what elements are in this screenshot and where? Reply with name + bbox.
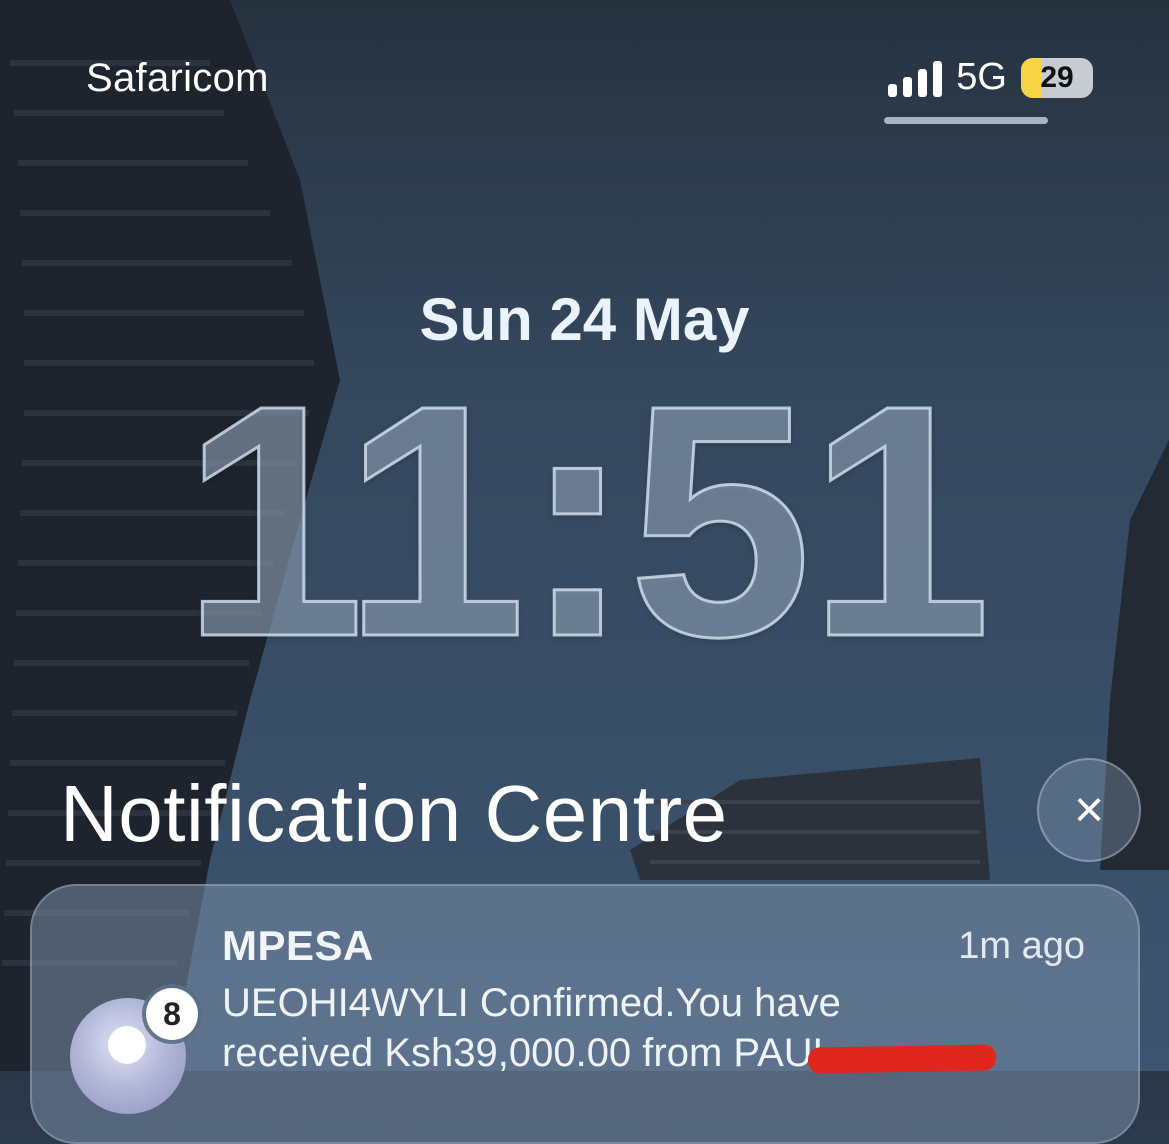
notification-body-line: UEOHI4WYLI Confirmed.You have bbox=[222, 981, 841, 1025]
network-type: 5G bbox=[956, 56, 1007, 98]
notification-count-badge: 8 bbox=[146, 988, 198, 1040]
lock-screen-time: 11:51 bbox=[180, 336, 993, 705]
battery-fill bbox=[1021, 57, 1042, 98]
status-bar-indicator bbox=[884, 117, 1048, 124]
notification-centre-title: Notification Centre bbox=[60, 769, 728, 858]
redaction-mark bbox=[807, 1044, 997, 1074]
carrier-name: Safaricom bbox=[86, 56, 269, 100]
close-notifications-button[interactable]: × bbox=[1037, 758, 1141, 862]
close-icon: × bbox=[1073, 781, 1105, 839]
notification-timestamp: 1m ago bbox=[958, 925, 1085, 967]
notification-app-name: MPESA bbox=[222, 922, 374, 969]
battery-icon: 29 bbox=[1021, 57, 1093, 98]
status-indicators: 5G 29 bbox=[888, 56, 1093, 99]
signal-strength-icon bbox=[888, 59, 943, 97]
battery-level: 29 bbox=[1040, 60, 1074, 94]
app-icon-dot bbox=[108, 1026, 146, 1064]
